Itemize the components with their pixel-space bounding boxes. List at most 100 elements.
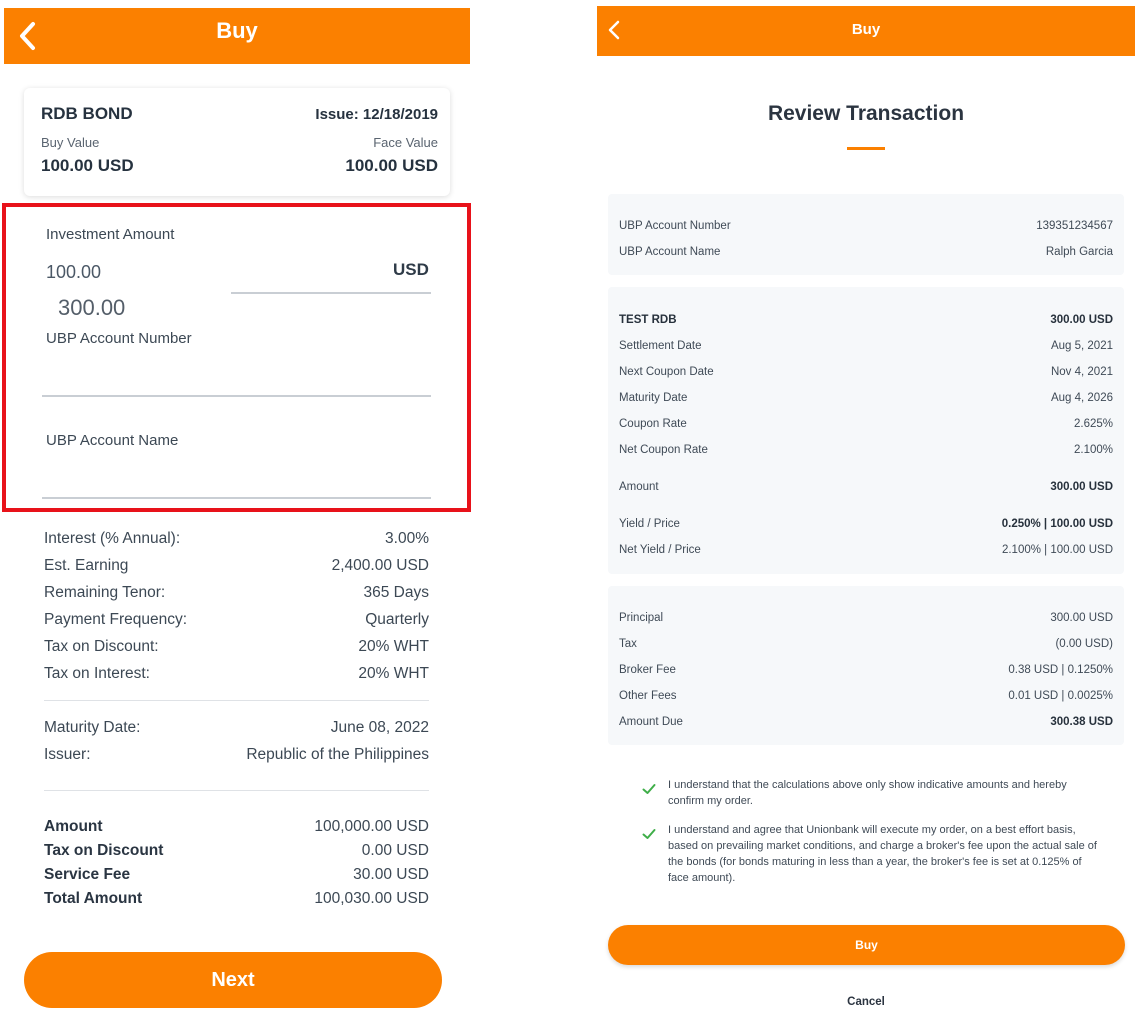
- detail-row: Est. Earning 2,400.00 USD: [44, 554, 429, 581]
- check-icon[interactable]: [642, 828, 656, 840]
- row-value: Ralph Garcia: [1045, 246, 1113, 258]
- row-label: Other Fees: [619, 690, 677, 702]
- row-value: 2.100% | 100.00 USD: [1001, 544, 1113, 556]
- detail-label: Issuer:: [44, 746, 91, 763]
- row-label: TEST RDB: [619, 314, 677, 326]
- overlay-amount-text: 300.00: [58, 295, 126, 320]
- row-label: Principal: [619, 612, 664, 624]
- detail-value: 20% WHT: [358, 638, 429, 655]
- confirm-agreement-text: I understand and agree that Unionbank wi…: [668, 824, 1097, 884]
- row-label: Tax: [619, 638, 637, 650]
- confirm-indicative-text: I understand that the calculations above…: [668, 779, 1067, 807]
- total-value: 100,030.00 USD: [314, 890, 429, 907]
- bond-panel: TEST RDB 300.00 USD Settlement Date Aug 5,…: [608, 287, 1124, 574]
- face-value: 100.00 USD: [345, 156, 438, 175]
- row-value: 139351234567: [1036, 220, 1113, 232]
- row-value: (0.00 USD): [1055, 638, 1113, 650]
- row-label: Yield / Price: [619, 518, 680, 530]
- check-icon[interactable]: [642, 783, 656, 795]
- divider: [44, 790, 429, 791]
- highlighted-form-section: Investment Amount 100.00 USD 300.00 UBP …: [2, 203, 471, 512]
- divider: [44, 700, 429, 701]
- row-label: UBP Account Name: [619, 246, 721, 258]
- detail-label: Est. Earning: [44, 557, 129, 574]
- account-name-field[interactable]: [42, 497, 431, 499]
- face-value-label: Face Value: [373, 135, 438, 150]
- detail-label: Remaining Tenor:: [44, 584, 166, 601]
- fees-panel: Principal 300.00 USD Tax (0.00 USD) Broker…: [608, 586, 1124, 745]
- detail-row: Maturity Date: June 08, 2022: [44, 716, 429, 743]
- total-row: Amount 100,000.00 USD: [44, 815, 429, 839]
- detail-label: Tax on Discount:: [44, 638, 159, 655]
- buy-button[interactable]: Buy: [608, 925, 1125, 965]
- row-value: 300.00 USD: [1050, 612, 1113, 624]
- investment-amount-label: Investment Amount: [46, 226, 175, 243]
- account-number-label: UBP Account Number: [46, 330, 192, 347]
- bond-issue-date: Issue: 12/18/2019: [315, 106, 438, 123]
- row-value: Nov 4, 2021: [1050, 366, 1113, 378]
- bond-summary-card: RDB BOND Issue: 12/18/2019 Buy Value Fac…: [24, 88, 450, 196]
- total-label: Service Fee: [44, 866, 131, 883]
- detail-row: Payment Frequency: Quarterly: [44, 608, 429, 635]
- total-row: Total Amount 100,030.00 USD: [44, 887, 429, 911]
- page-title: Review Transaction: [767, 102, 965, 125]
- detail-row: Remaining Tenor: 365 Days: [44, 581, 429, 608]
- cancel-link[interactable]: Cancel: [597, 996, 1135, 1008]
- row-value: 2.625%: [1073, 418, 1113, 430]
- row-label: Maturity Date: [619, 392, 688, 404]
- total-value: 30.00 USD: [353, 866, 429, 883]
- row-value: 2.100%: [1073, 444, 1113, 456]
- buy-value-label: Buy Value: [41, 135, 100, 150]
- total-row: Service Fee 30.00 USD: [44, 863, 429, 887]
- row-label: Amount Due: [619, 716, 683, 728]
- total-value: 0.00 USD: [361, 842, 429, 859]
- row-value: 300.00 USD: [1050, 481, 1113, 493]
- detail-row: Tax on Discount: 20% WHT: [44, 635, 429, 662]
- buy-value: 100.00 USD: [41, 156, 134, 175]
- row-value: 300.38 USD: [1050, 716, 1113, 728]
- detail-value: Quarterly: [365, 611, 429, 628]
- detail-row: Issuer: Republic of the Philippines: [44, 743, 429, 770]
- row-label: Net Coupon Rate: [619, 444, 708, 456]
- row-label: Coupon Rate: [619, 418, 687, 430]
- buy-form-screen: Buy RDB BOND Issue: 12/18/2019 Buy Value…: [0, 0, 476, 1011]
- total-label: Total Amount: [44, 890, 143, 907]
- header-bar: Buy: [597, 6, 1135, 56]
- chevron-left-icon[interactable]: [606, 20, 622, 40]
- detail-value: 20% WHT: [358, 665, 429, 682]
- row-value: 0.38 USD | 0.1250%: [1008, 664, 1113, 676]
- total-value: 100,000.00 USD: [314, 818, 429, 835]
- detail-label: Payment Frequency:: [44, 611, 188, 628]
- row-label: Net Yield / Price: [619, 544, 701, 556]
- row-value: 0.01 USD | 0.0025%: [1008, 690, 1113, 702]
- account-name-label: UBP Account Name: [46, 432, 179, 449]
- row-label: UBP Account Number: [619, 220, 731, 232]
- row-value: Aug 4, 2026: [1050, 392, 1113, 404]
- investment-amount-input[interactable]: 100.00: [46, 262, 101, 283]
- detail-value: June 08, 2022: [330, 719, 429, 736]
- detail-value: Republic of the Philippines: [246, 746, 429, 763]
- next-button[interactable]: Next: [24, 952, 442, 1008]
- bond-details-list: Interest (% Annual): 3.00% Est. Earning 2,…: [44, 527, 429, 689]
- title-underline: [847, 147, 885, 150]
- detail-value: 3.00%: [385, 530, 429, 547]
- bond-name: RDB BOND: [41, 104, 133, 123]
- detail-label: Tax on Interest:: [44, 665, 150, 682]
- detail-row: Interest (% Annual): 3.00%: [44, 527, 429, 554]
- review-transaction-screen: Buy Review Transaction UBP Account Numbe…: [597, 0, 1136, 1011]
- row-value: Aug 5, 2021: [1050, 340, 1113, 352]
- total-label: Amount: [44, 818, 103, 835]
- header-title: Buy: [851, 21, 881, 38]
- row-value: 300.00 USD: [1050, 314, 1113, 326]
- detail-value: 365 Days: [363, 584, 429, 601]
- row-value: 0.250% | 100.00 USD: [1001, 518, 1113, 530]
- detail-value: 2,400.00 USD: [331, 557, 429, 574]
- row-label: Next Coupon Date: [619, 366, 714, 378]
- detail-label: Interest (% Annual):: [44, 530, 181, 547]
- chevron-left-icon[interactable]: [14, 19, 42, 53]
- account-panel: UBP Account Number 139351234567 UBP Accou…: [608, 194, 1124, 275]
- detail-label: Maturity Date:: [44, 719, 141, 736]
- account-number-field[interactable]: [42, 395, 431, 397]
- row-label: Broker Fee: [619, 664, 676, 676]
- maturity-list: Maturity Date: June 08, 2022 Issuer: Repub…: [44, 716, 429, 770]
